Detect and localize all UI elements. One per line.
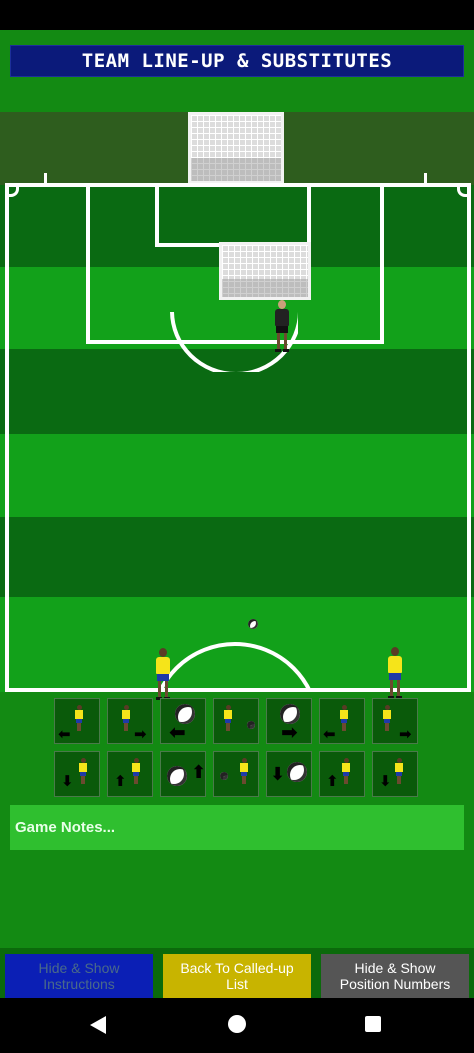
player-icon: [79, 758, 87, 784]
soccer-ball[interactable]: [248, 619, 258, 629]
field-goal: [219, 242, 311, 300]
pitch-stripe: [0, 517, 474, 597]
player-icon: [75, 705, 83, 731]
right-touchline: [467, 183, 471, 692]
move-right-button[interactable]: ➡: [372, 698, 418, 744]
move-down-button[interactable]: ⬇: [372, 751, 418, 797]
game-notes-field[interactable]: Game Notes...: [10, 805, 464, 850]
flag-marker: [44, 173, 47, 185]
ball-small-button[interactable]: [213, 751, 259, 797]
ball-icon: [220, 772, 228, 780]
pass-ball-down-button[interactable]: ⬇: [266, 751, 312, 797]
arrow-up-icon: ⬆: [191, 762, 207, 783]
move-left-button[interactable]: ⬅: [54, 698, 100, 744]
player-icon: [132, 758, 140, 784]
move-up-button[interactable]: ⬆: [319, 751, 365, 797]
pass-ball-right-button[interactable]: ➡: [266, 698, 312, 744]
move-left-button[interactable]: ⬅: [319, 698, 365, 744]
back-icon[interactable]: [90, 1016, 106, 1034]
player-icon: [340, 705, 348, 731]
arrow-up-icon: ⬆: [326, 772, 339, 790]
player-icon: [240, 758, 248, 784]
arrow-right-icon: ➡: [134, 725, 147, 743]
player-icon: [342, 758, 350, 784]
hide-show-instructions-button[interactable]: Hide & Show Instructions: [5, 954, 153, 998]
arrow-left-icon: ⬅: [58, 725, 71, 743]
pass-ball-up-button[interactable]: ⬆: [160, 751, 206, 797]
back-to-called-up-list-button[interactable]: Back To Called-up List: [163, 954, 311, 998]
pass-ball-left-button[interactable]: ⬅: [160, 698, 206, 744]
recent-apps-icon[interactable]: [365, 1016, 381, 1032]
ball-small-button[interactable]: [213, 698, 259, 744]
status-bar: [0, 0, 474, 30]
soccer-pitch[interactable]: [0, 112, 474, 700]
flag-marker: [424, 173, 427, 185]
ball-icon: [247, 721, 255, 729]
arrow-left-icon: ⬅: [323, 725, 336, 743]
arrow-down-icon: ⬇: [61, 772, 74, 790]
app-screen: TEAM LINE-UP & SUBSTITUTES ⬅ ➡ ⬅ ➡ ⬅ ➡ ⬇…: [0, 30, 474, 998]
arrow-down-icon: ⬇: [270, 764, 286, 785]
player-icon: [395, 758, 403, 784]
home-icon[interactable]: [228, 1015, 246, 1033]
arrow-up-icon: ⬆: [114, 772, 127, 790]
ball-icon: [167, 766, 187, 786]
move-right-button[interactable]: ➡: [107, 698, 153, 744]
arrow-right-icon: ➡: [281, 720, 298, 744]
system-navigation-bar: [0, 998, 474, 1053]
player-icon: [224, 705, 232, 731]
move-up-button[interactable]: ⬆: [107, 751, 153, 797]
left-touchline: [5, 183, 9, 692]
move-down-button[interactable]: ⬇: [54, 751, 100, 797]
player-icon: [383, 705, 391, 731]
ball-icon: [287, 762, 307, 782]
pitch-stripe: [0, 434, 474, 517]
top-goal: [188, 112, 284, 184]
bottom-button-bar: Hide & Show Instructions Back To Called-…: [0, 948, 474, 998]
arrow-down-icon: ⬇: [379, 772, 392, 790]
hide-show-position-numbers-button[interactable]: Hide & Show Position Numbers: [321, 954, 469, 998]
page-title: TEAM LINE-UP & SUBSTITUTES: [10, 45, 464, 77]
center-circle: [150, 642, 320, 692]
arrow-right-icon: ➡: [399, 725, 412, 743]
arrow-left-icon: ⬅: [169, 720, 186, 744]
goal-area: [155, 185, 311, 247]
player-icon: [122, 705, 130, 731]
